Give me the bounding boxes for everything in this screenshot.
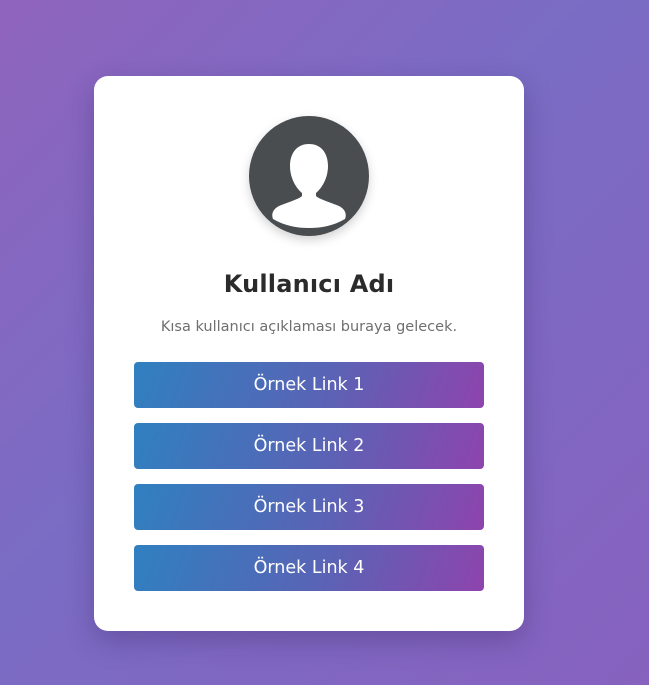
profile-card: Kullanıcı Adı Kısa kullanıcı açıklaması …: [94, 76, 524, 631]
user-name: Kullanıcı Adı: [223, 270, 395, 298]
user-silhouette-icon: [272, 144, 346, 228]
link-button-1[interactable]: Örnek Link 1: [134, 362, 484, 408]
link-button-3[interactable]: Örnek Link 3: [134, 484, 484, 530]
link-button-4[interactable]: Örnek Link 4: [134, 545, 484, 591]
link-button-2[interactable]: Örnek Link 2: [134, 423, 484, 469]
user-description: Kısa kullanıcı açıklaması buraya gelecek…: [160, 319, 458, 335]
avatar: [249, 116, 369, 236]
link-list: Örnek Link 1 Örnek Link 2 Örnek Link 3 Ö…: [134, 362, 484, 606]
